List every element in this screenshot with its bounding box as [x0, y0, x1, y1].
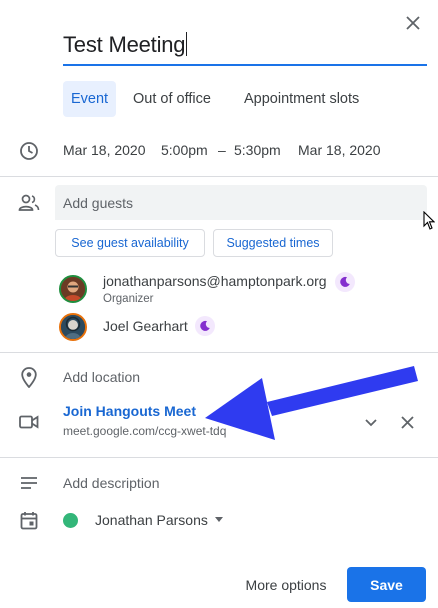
calendar-icon — [18, 509, 40, 531]
tab-event-label: Event — [71, 91, 109, 107]
chevron-down-icon[interactable] — [360, 412, 382, 434]
suggested-times-button[interactable]: Suggested times — [213, 229, 333, 257]
tab-out-of-office[interactable]: Out of office — [133, 81, 211, 117]
location-pin-icon — [18, 366, 40, 388]
save-button[interactable]: Save — [347, 567, 426, 602]
guest-role: Organizer — [103, 293, 154, 305]
more-options-button[interactable]: More options — [236, 568, 336, 602]
start-date[interactable]: Mar 18, 2020 — [63, 142, 146, 158]
more-options-label: More options — [245, 577, 327, 593]
save-label: Save — [370, 576, 403, 593]
title-field[interactable]: Test Meeting — [63, 30, 427, 66]
title-value: Test Meeting — [63, 32, 186, 57]
video-camera-icon — [18, 411, 40, 433]
dropdown-arrow-icon[interactable] — [215, 517, 223, 522]
end-time[interactable]: 5:30pm — [234, 142, 281, 158]
add-description-input[interactable]: Add description — [63, 475, 160, 491]
see-guest-availability-label: See guest availability — [71, 236, 189, 250]
add-guests-placeholder: Add guests — [63, 195, 134, 211]
divider — [0, 352, 438, 353]
add-location-input[interactable]: Add location — [63, 369, 140, 385]
tab-appointment-slots[interactable]: Appointment slots — [244, 81, 359, 117]
moon-icon — [195, 316, 215, 336]
notes-icon — [18, 472, 40, 494]
tab-out-of-office-label: Out of office — [133, 91, 211, 107]
add-guests-input[interactable]: Add guests — [55, 185, 427, 220]
guest-name[interactable]: Joel Gearhart — [103, 318, 188, 334]
divider — [0, 176, 438, 177]
suggested-times-label: Suggested times — [226, 236, 320, 250]
start-time[interactable]: 5:00pm — [161, 142, 208, 158]
text-caret — [186, 32, 188, 56]
avatar — [59, 313, 87, 341]
remove-conference-close-icon[interactable] — [396, 411, 418, 433]
calendar-color-dot — [63, 513, 78, 528]
moon-icon — [335, 272, 355, 292]
join-hangouts-meet-link[interactable]: Join Hangouts Meet — [63, 403, 196, 419]
tab-event[interactable]: Event — [63, 81, 117, 117]
people-icon — [18, 192, 40, 214]
mouse-cursor-icon — [422, 210, 436, 232]
end-date[interactable]: Mar 18, 2020 — [298, 142, 381, 158]
meet-url: meet.google.com/ccg-xwet-tdq — [63, 424, 227, 438]
tab-appointment-slots-label: Appointment slots — [244, 91, 360, 107]
clock-icon — [18, 140, 40, 162]
guest-name[interactable]: jonathanparsons@hamptonpark.org — [103, 273, 327, 289]
see-guest-availability-button[interactable]: See guest availability — [55, 229, 205, 257]
divider — [0, 457, 438, 458]
title-input-text[interactable]: Test Meeting — [63, 32, 188, 58]
time-separator: – — [218, 142, 226, 158]
calendar-owner-select[interactable]: Jonathan Parsons — [95, 512, 208, 528]
avatar — [59, 275, 87, 303]
